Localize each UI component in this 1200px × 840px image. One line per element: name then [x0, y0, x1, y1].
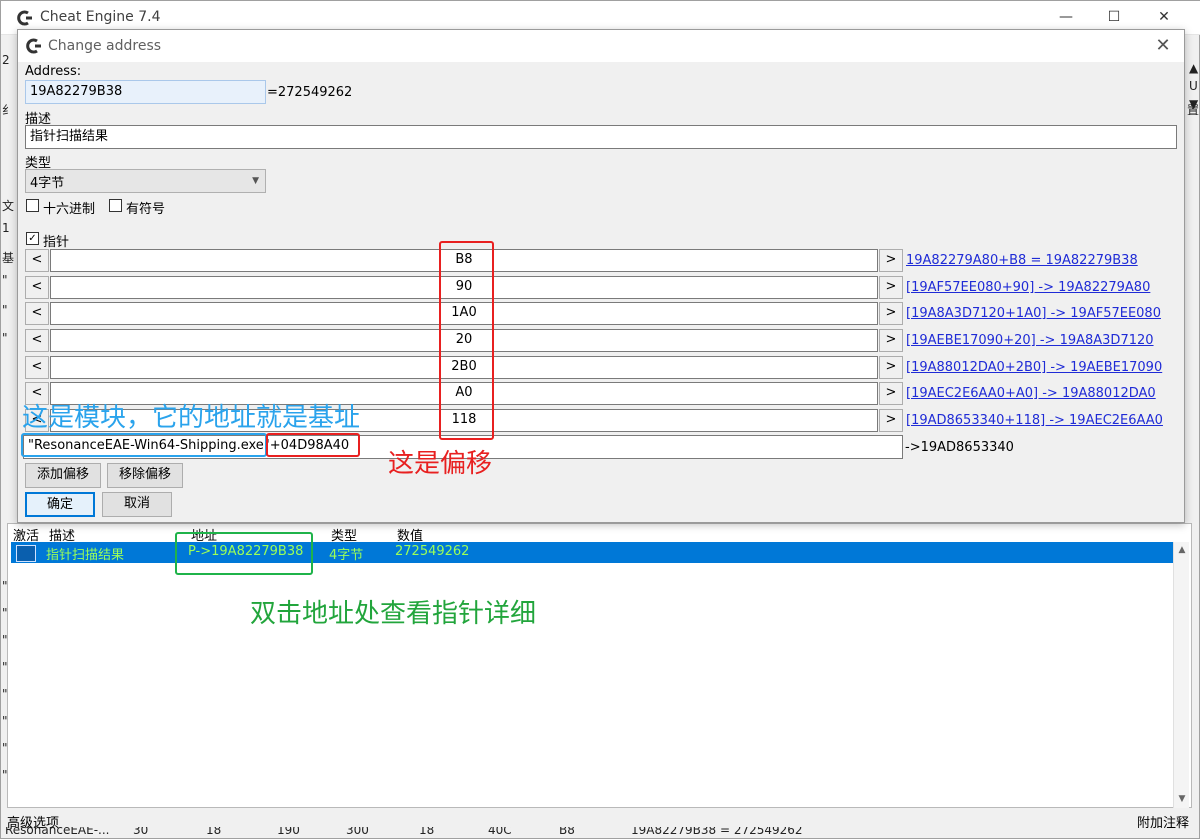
address-value-readout: =272549262 [267, 85, 353, 100]
partial-table-row: ResonanceEAE-... 30 18 190 300 18 40C B8… [1, 827, 1200, 840]
offset-increment-button[interactable]: > [879, 329, 903, 352]
add-offset-button[interactable]: 添加偏移 [25, 463, 101, 488]
edge-glyph: 置 [1187, 103, 1200, 117]
module-highlight-box [21, 433, 267, 457]
cell: 18 [419, 827, 435, 837]
pointer-chain-link[interactable]: [19A8A3D7120+1A0] -> 19AF57EE080 [906, 306, 1161, 321]
address-label: Address: [25, 64, 82, 79]
dialog-titlebar: Change address ✕ [18, 30, 1184, 62]
offset-decrement-button[interactable]: < [25, 249, 49, 272]
edge-glyph: 基 [2, 251, 15, 265]
offset-increment-button[interactable]: > [879, 302, 903, 325]
offset-decrement-button[interactable]: < [25, 302, 49, 325]
scroll-down-icon[interactable]: ▼ [1174, 791, 1190, 807]
pointer-checkbox[interactable]: ✓ [26, 232, 39, 245]
active-checkbox[interactable] [16, 545, 36, 562]
edge-glyph: 2 [2, 53, 10, 67]
cell: B8 [559, 827, 575, 837]
offset-highlight-box [439, 241, 494, 440]
doubleclick-annotation: 双击地址处查看指针详细 [250, 599, 537, 629]
cell: 300 [346, 827, 369, 837]
pointer-chain-link[interactable]: [19AEC2E6AA0+A0] -> 19A88012DA0 [906, 386, 1156, 401]
cell: 19A82279B38 = 272549262 [631, 827, 803, 837]
hex-label[interactable]: 十六进制 [43, 198, 95, 217]
signed-label[interactable]: 有符号 [126, 198, 165, 217]
pointer-chain-link[interactable]: 19A82279A80+B8 = 19A82279B38 [906, 253, 1138, 268]
ok-button[interactable]: 确定 [25, 492, 95, 517]
cell: 40C [488, 827, 512, 837]
hex-checkbox[interactable] [26, 199, 39, 212]
pointer-chain-link[interactable]: [19A88012DA0+2B0] -> 19AEBE17090 [906, 360, 1162, 375]
row-description[interactable]: 指针扫描结果 [46, 544, 124, 563]
cell: 190 [277, 827, 300, 837]
row-value[interactable]: 272549262 [395, 544, 469, 559]
edge-glyph: " [2, 273, 8, 287]
close-icon[interactable]: ✕ [1148, 34, 1178, 58]
offset-increment-button[interactable]: > [879, 249, 903, 272]
chevron-down-icon: ▼ [252, 176, 259, 186]
offset-decrement-button[interactable]: < [25, 276, 49, 299]
base-address-result: ->19AD8653340 [905, 440, 1014, 455]
offset-increment-button[interactable]: > [879, 276, 903, 299]
offset-decrement-button[interactable]: < [25, 329, 49, 352]
dialog-title: Change address [48, 38, 162, 54]
cancel-button[interactable]: 取消 [102, 492, 172, 517]
cell: 30 [133, 827, 149, 837]
cell: ResonanceEAE-... [5, 827, 110, 837]
offset-annotation: 这是偏移 [388, 449, 493, 479]
offset-decrement-button[interactable]: < [25, 356, 49, 379]
pointer-label[interactable]: 指针 [43, 231, 69, 250]
edge-glyph: 1 [2, 221, 10, 235]
row-type[interactable]: 4字节 [329, 544, 363, 563]
edge-glyph: 文 [2, 199, 15, 213]
edge-glyph: U [1189, 79, 1198, 93]
edge-glyph: " [2, 331, 8, 345]
address-highlight-box [175, 532, 313, 575]
cheat-engine-logo-icon [26, 38, 41, 54]
pointer-chain-link[interactable]: [19AEBE17090+20] -> 19A8A3D7120 [906, 333, 1154, 348]
offset-increment-button[interactable]: > [879, 382, 903, 405]
scroll-up-icon[interactable]: ▲ [1189, 61, 1198, 75]
list-scrollbar[interactable]: ▲ ▼ [1173, 542, 1189, 808]
module-annotation: 这是模块，它的地址就是基址 [22, 403, 361, 433]
base-offset-highlight-box [266, 433, 360, 457]
offset-increment-button[interactable]: > [879, 409, 903, 432]
cell: 18 [206, 827, 222, 837]
signed-checkbox[interactable] [109, 199, 122, 212]
edge-glyph: 纟 [2, 103, 15, 117]
pointer-chain-link[interactable]: [19AD8653340+118] -> 19AEC2E6AA0 [906, 413, 1163, 428]
cheat-engine-logo-icon [17, 10, 32, 26]
remove-offset-button[interactable]: 移除偏移 [107, 463, 183, 488]
scroll-up-icon[interactable]: ▲ [1174, 542, 1190, 558]
type-select[interactable]: 4字节 ▼ [25, 169, 266, 193]
type-select-value: 4字节 [30, 176, 65, 191]
description-input[interactable]: 指针扫描结果 [25, 125, 1177, 149]
address-input[interactable]: 19A82279B38 [25, 80, 266, 104]
main-window-title: Cheat Engine 7.4 [40, 9, 161, 25]
pointer-chain-link[interactable]: [19AF57EE080+90] -> 19A82279A80 [906, 280, 1150, 295]
offset-increment-button[interactable]: > [879, 356, 903, 379]
edge-glyph: " [2, 303, 8, 317]
